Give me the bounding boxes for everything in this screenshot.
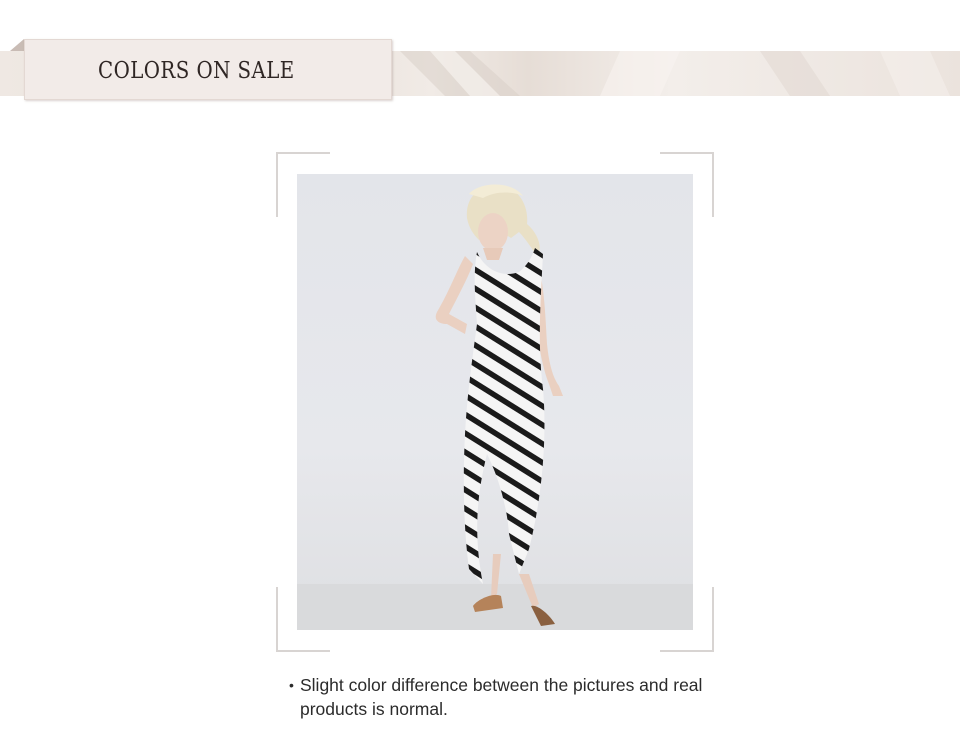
section-title: COLORS ON SALE bbox=[98, 58, 295, 84]
disclaimer-text: Slight color difference between the pict… bbox=[300, 675, 703, 719]
page: COLORS ON SALE • Slight color difference… bbox=[0, 0, 960, 756]
product-photo bbox=[297, 174, 693, 630]
model-striped-dress-photo bbox=[297, 184, 693, 630]
bullet-dot: • bbox=[289, 677, 294, 693]
section-title-box: COLORS ON SALE bbox=[24, 39, 392, 100]
ribbon-fold bbox=[10, 39, 24, 51]
disclaimer-note: • Slight color difference between the pi… bbox=[289, 673, 729, 721]
